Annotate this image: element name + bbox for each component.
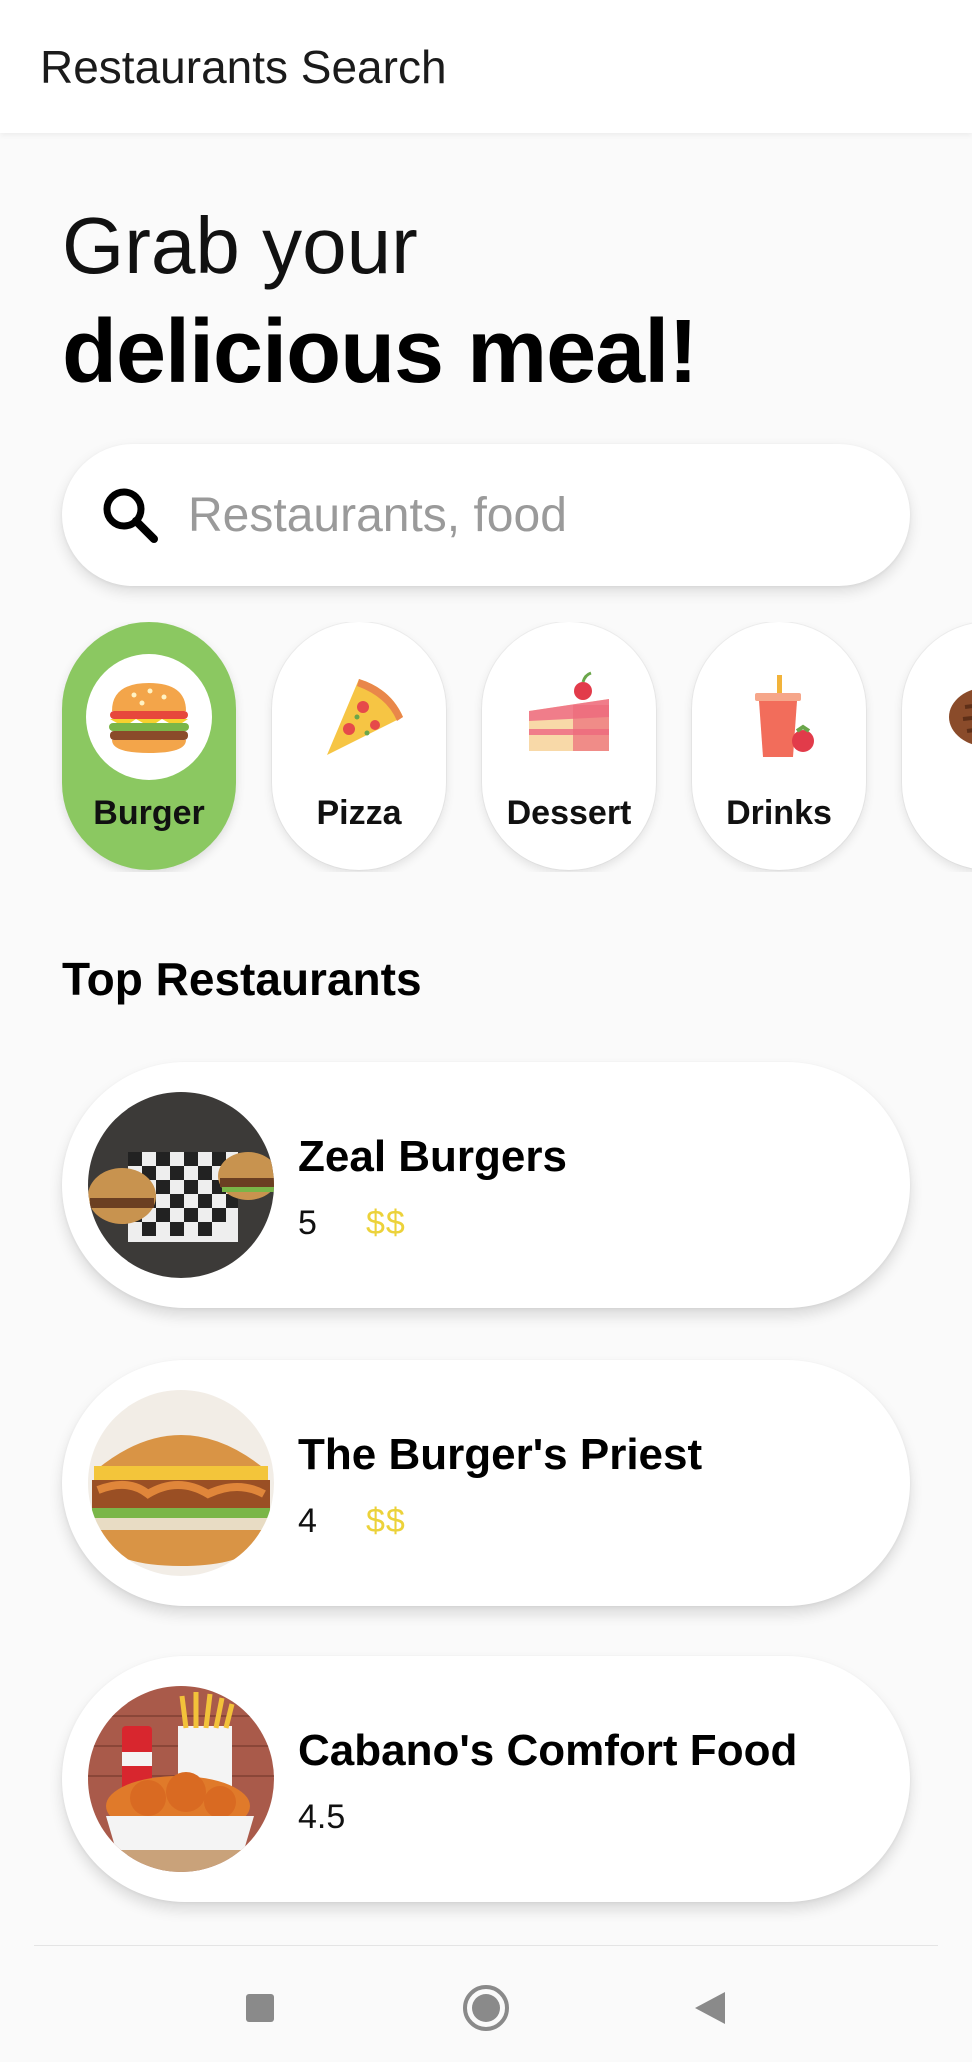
steak-icon — [926, 654, 972, 780]
restaurant-card[interactable]: Zeal Burgers 5 $$ — [62, 1062, 910, 1308]
hero-line-1: Grab your — [62, 201, 418, 290]
restaurant-image — [88, 1092, 274, 1278]
category-pizza[interactable]: Pizza — [272, 622, 446, 870]
back-triangle-icon[interactable] — [680, 1978, 740, 2038]
restaurant-price: $$ — [366, 1502, 406, 1540]
restaurant-image — [88, 1390, 274, 1576]
category-list[interactable]: Burger Pizza Dessert Drinks — [0, 622, 972, 872]
category-label: Drinks — [726, 794, 832, 832]
category-steak[interactable]: St — [902, 622, 972, 870]
drink-icon — [716, 654, 842, 780]
category-label: Pizza — [316, 794, 402, 832]
category-label: Dessert — [506, 794, 632, 832]
restaurant-card[interactable]: Cabano's Comfort Food 4.5 — [62, 1656, 910, 1902]
hero-heading: Grab your delicious meal! — [62, 200, 698, 412]
restaurant-card[interactable]: The Burger's Priest 4 $$ — [62, 1360, 910, 1606]
recents-square-icon[interactable] — [230, 1978, 290, 2038]
restaurant-rating: 4 — [298, 1502, 317, 1540]
cake-icon — [506, 654, 632, 780]
restaurant-price: $$ — [366, 1204, 406, 1242]
restaurant-name: The Burger's Priest — [298, 1430, 703, 1479]
search-bar[interactable] — [62, 444, 910, 586]
pizza-icon — [296, 654, 422, 780]
hero-line-2: delicious meal! — [62, 302, 698, 402]
category-label: St — [902, 794, 972, 833]
category-label: Burger — [93, 794, 205, 832]
restaurant-name: Cabano's Comfort Food — [298, 1726, 798, 1775]
restaurant-rating: 4.5 — [298, 1798, 346, 1836]
section-title: Top Restaurants — [62, 953, 422, 1005]
restaurant-name: Zeal Burgers — [298, 1132, 567, 1181]
search-icon — [98, 483, 162, 547]
restaurant-image — [88, 1686, 274, 1872]
search-input[interactable] — [188, 487, 868, 543]
category-dessert[interactable]: Dessert — [482, 622, 656, 870]
system-nav-bar — [0, 1946, 972, 2062]
restaurant-rating: 5 — [298, 1204, 317, 1242]
category-drinks[interactable]: Drinks — [692, 622, 866, 870]
app-bar: Restaurants Search — [0, 0, 972, 133]
app-title: Restaurants Search — [40, 40, 447, 93]
burger-icon — [86, 654, 212, 780]
category-burger[interactable]: Burger — [62, 622, 236, 870]
home-circle-icon[interactable] — [456, 1978, 516, 2038]
